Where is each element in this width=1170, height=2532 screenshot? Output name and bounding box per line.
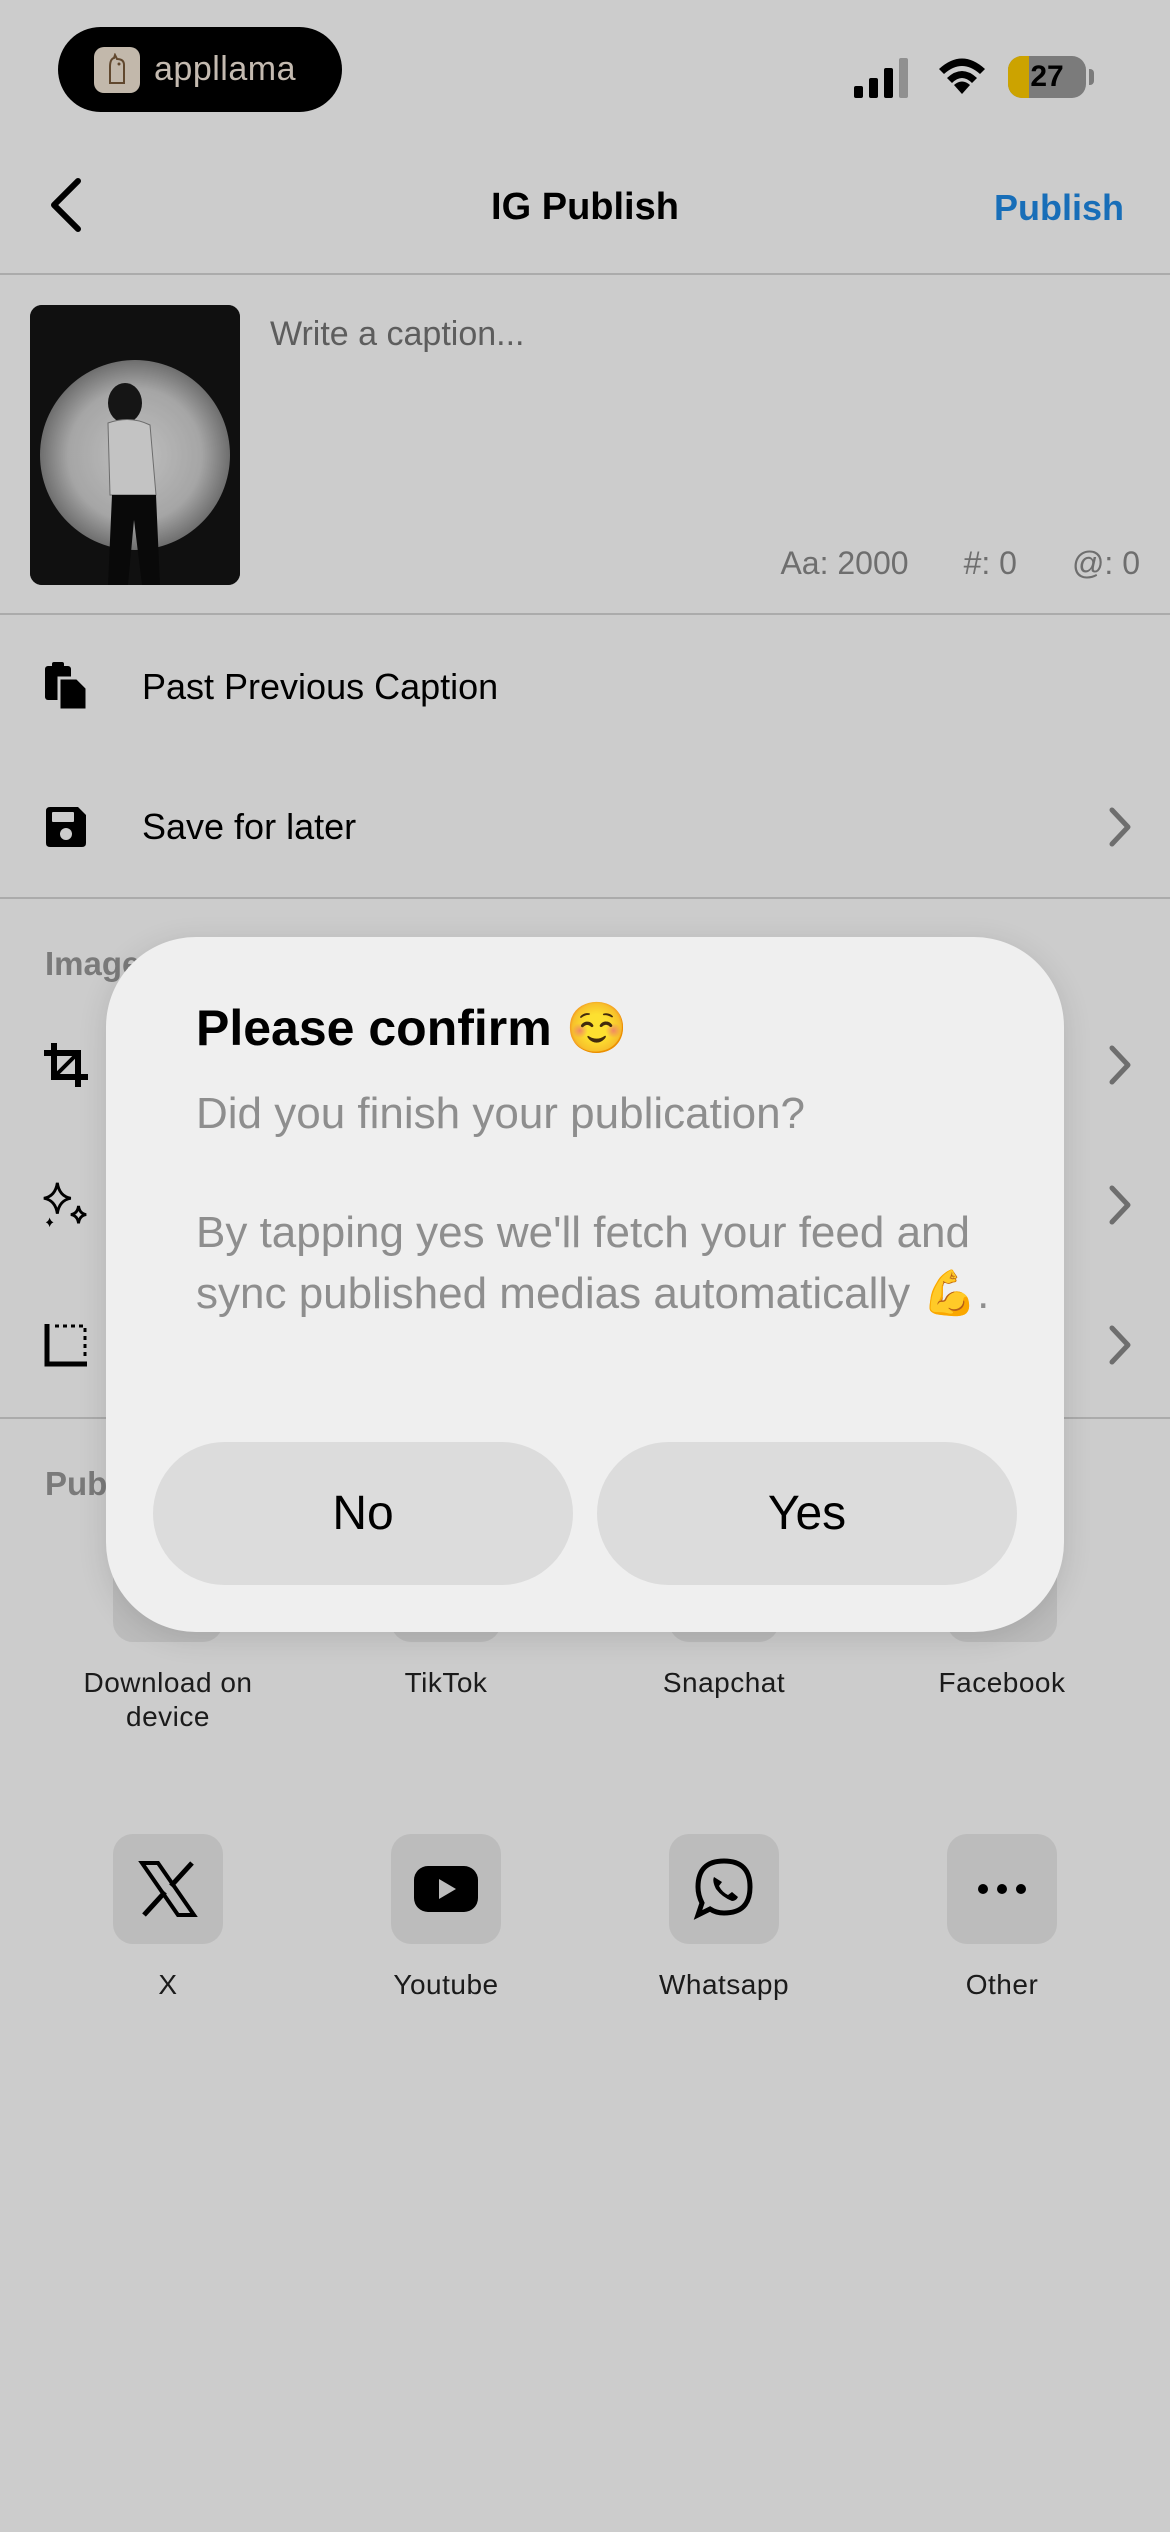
yes-button[interactable]: Yes	[597, 1442, 1017, 1585]
dialog-title: Please confirm ☺️	[196, 1000, 628, 1056]
confirm-dialog: Please confirm ☺️ Did you finish your pu…	[106, 937, 1064, 1632]
dialog-detail: By tapping yes we'll fetch your feed and…	[196, 1208, 990, 1318]
dialog-message: Did you finish your publication?	[196, 1089, 806, 1138]
no-button[interactable]: No	[153, 1442, 573, 1585]
dialog-body: Did you finish your publication? By tapp…	[196, 1083, 996, 1324]
